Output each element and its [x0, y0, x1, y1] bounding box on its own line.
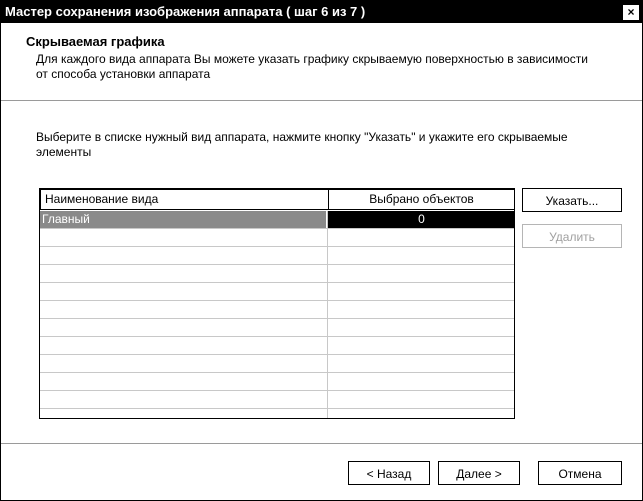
title-bar: Мастер сохранения изображения аппарата (… [1, 1, 642, 23]
step-heading: Скрываемая графика [26, 34, 165, 49]
list-rows: Главный 0 [40, 211, 514, 418]
row-name-cell: Главный [40, 211, 326, 228]
row-name-cell [40, 319, 326, 336]
cancel-button[interactable]: Отмена [538, 461, 622, 485]
row-name-cell [40, 265, 326, 282]
row-count-cell [327, 301, 514, 318]
list-row[interactable] [40, 283, 514, 301]
row-name-cell [40, 373, 326, 390]
close-button[interactable]: × [622, 4, 640, 21]
row-name-cell [40, 355, 326, 372]
row-name-cell [40, 283, 326, 300]
instruction-text: Выберите в списке нужный вид аппарата, н… [36, 130, 568, 159]
list-row[interactable] [40, 373, 514, 391]
list-row[interactable] [40, 355, 514, 373]
list-row[interactable] [40, 229, 514, 247]
list-row[interactable] [40, 409, 514, 418]
list-header: Наименование вида Выбрано объектов [40, 189, 514, 210]
row-count-cell [327, 391, 514, 408]
row-count-cell [327, 265, 514, 282]
row-count-cell [327, 319, 514, 336]
row-count-cell [327, 283, 514, 300]
row-name-cell [40, 409, 326, 418]
back-button[interactable]: < Назад [348, 461, 430, 485]
list-row[interactable]: Главный 0 [40, 211, 514, 229]
row-name-cell [40, 247, 326, 264]
wizard-dialog: Мастер сохранения изображения аппарата (… [0, 0, 643, 501]
row-count-cell [327, 409, 514, 418]
row-count-cell [327, 373, 514, 390]
row-name-cell [40, 301, 326, 318]
delete-button[interactable]: Удалить [522, 224, 622, 248]
row-count-cell [327, 247, 514, 264]
column-header-name[interactable]: Наименование вида [40, 189, 330, 210]
row-count-cell [327, 355, 514, 372]
next-button[interactable]: Далее > [438, 461, 520, 485]
row-name-cell [40, 391, 326, 408]
row-name-cell [40, 229, 326, 246]
window-title: Мастер сохранения изображения аппарата (… [5, 4, 366, 19]
specify-button[interactable]: Указать... [522, 188, 622, 212]
list-row[interactable] [40, 265, 514, 283]
list-row[interactable] [40, 247, 514, 265]
column-header-count[interactable]: Выбрано объектов [328, 189, 514, 210]
list-row[interactable] [40, 391, 514, 409]
divider [1, 100, 642, 101]
list-row[interactable] [40, 319, 514, 337]
step-description: Для каждого вида аппарата Вы можете указ… [36, 52, 588, 81]
row-count-cell [327, 229, 514, 246]
views-list[interactable]: Наименование вида Выбрано объектов Главн… [39, 188, 515, 419]
list-row[interactable] [40, 337, 514, 355]
row-count-cell [327, 337, 514, 354]
list-row[interactable] [40, 301, 514, 319]
divider [1, 443, 642, 444]
row-name-cell [40, 337, 326, 354]
row-count-cell: 0 [327, 211, 514, 228]
